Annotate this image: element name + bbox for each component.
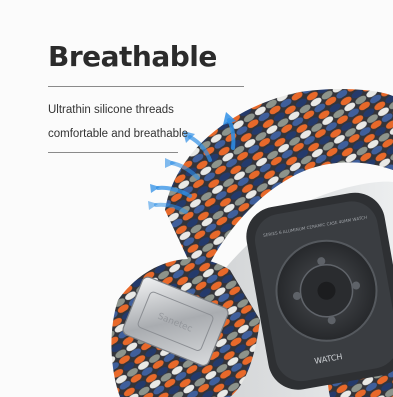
feature-line-1: Ultrathin silicone threads bbox=[48, 104, 174, 116]
feature-line-2: comfortable and breathable bbox=[48, 128, 189, 140]
divider-top bbox=[48, 86, 244, 87]
divider-bottom bbox=[48, 152, 178, 153]
headline: Breathable bbox=[48, 40, 217, 73]
